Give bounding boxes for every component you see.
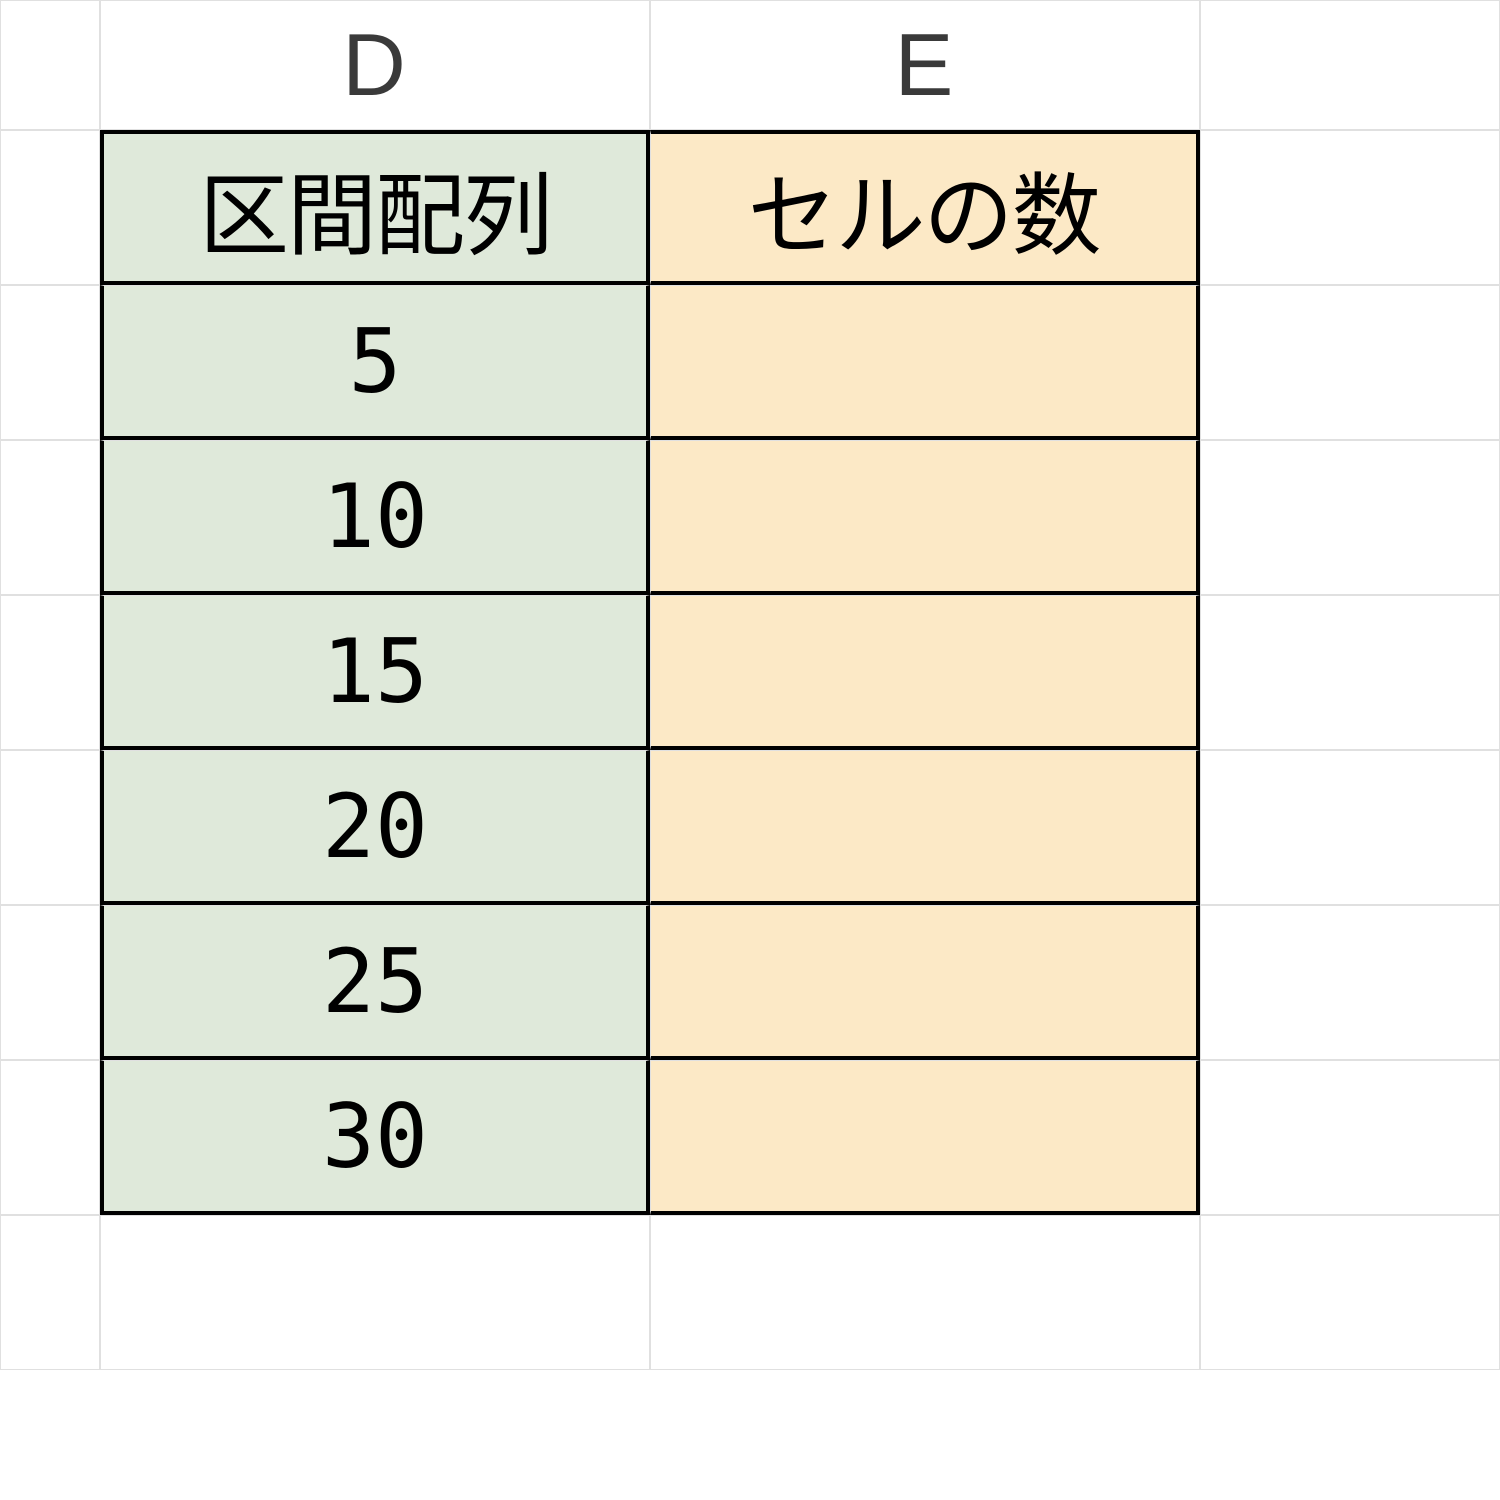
cell-e8[interactable] bbox=[650, 1215, 1200, 1370]
cell-e4[interactable] bbox=[650, 595, 1200, 750]
cell-f3[interactable] bbox=[1200, 440, 1500, 595]
column-header-c[interactable] bbox=[0, 0, 100, 130]
data-value: 25 bbox=[322, 930, 428, 1033]
cell-f5[interactable] bbox=[1200, 750, 1500, 905]
cell-d8[interactable] bbox=[100, 1215, 650, 1370]
cell-d5[interactable]: 20 bbox=[100, 750, 650, 905]
cell-f4[interactable] bbox=[1200, 595, 1500, 750]
cell-f8[interactable] bbox=[1200, 1215, 1500, 1370]
cell-c2[interactable] bbox=[0, 285, 100, 440]
cell-c6[interactable] bbox=[0, 905, 100, 1060]
data-value: 10 bbox=[322, 465, 428, 568]
cell-c1[interactable] bbox=[0, 130, 100, 285]
column-header-f[interactable] bbox=[1200, 0, 1500, 130]
column-letter: D bbox=[342, 14, 408, 116]
column-header-e[interactable]: E bbox=[650, 0, 1200, 130]
cell-e1[interactable]: セルの数 bbox=[650, 130, 1200, 285]
cell-c5[interactable] bbox=[0, 750, 100, 905]
table-header-e: セルの数 bbox=[748, 143, 1100, 273]
data-value: 20 bbox=[322, 775, 428, 878]
column-header-d[interactable]: D bbox=[100, 0, 650, 130]
cell-f2[interactable] bbox=[1200, 285, 1500, 440]
column-letter: E bbox=[895, 14, 956, 116]
cell-e5[interactable] bbox=[650, 750, 1200, 905]
cell-d7[interactable]: 30 bbox=[100, 1060, 650, 1215]
cell-c4[interactable] bbox=[0, 595, 100, 750]
cell-f6[interactable] bbox=[1200, 905, 1500, 1060]
cell-f1[interactable] bbox=[1200, 130, 1500, 285]
cell-d4[interactable]: 15 bbox=[100, 595, 650, 750]
cell-e6[interactable] bbox=[650, 905, 1200, 1060]
cell-d3[interactable]: 10 bbox=[100, 440, 650, 595]
cell-c7[interactable] bbox=[0, 1060, 100, 1215]
data-value: 5 bbox=[349, 310, 402, 413]
data-value: 30 bbox=[322, 1085, 428, 1188]
spreadsheet-grid: D E 区間配列 セルの数 5 10 15 20 bbox=[0, 0, 1500, 1370]
cell-c8[interactable] bbox=[0, 1215, 100, 1370]
cell-e7[interactable] bbox=[650, 1060, 1200, 1215]
cell-d6[interactable]: 25 bbox=[100, 905, 650, 1060]
cell-d2[interactable]: 5 bbox=[100, 285, 650, 440]
cell-e3[interactable] bbox=[650, 440, 1200, 595]
cell-f7[interactable] bbox=[1200, 1060, 1500, 1215]
cell-c3[interactable] bbox=[0, 440, 100, 595]
table-header-d: 区間配列 bbox=[199, 143, 551, 273]
cell-d1[interactable]: 区間配列 bbox=[100, 130, 650, 285]
cell-e2[interactable] bbox=[650, 285, 1200, 440]
data-value: 15 bbox=[322, 620, 428, 723]
